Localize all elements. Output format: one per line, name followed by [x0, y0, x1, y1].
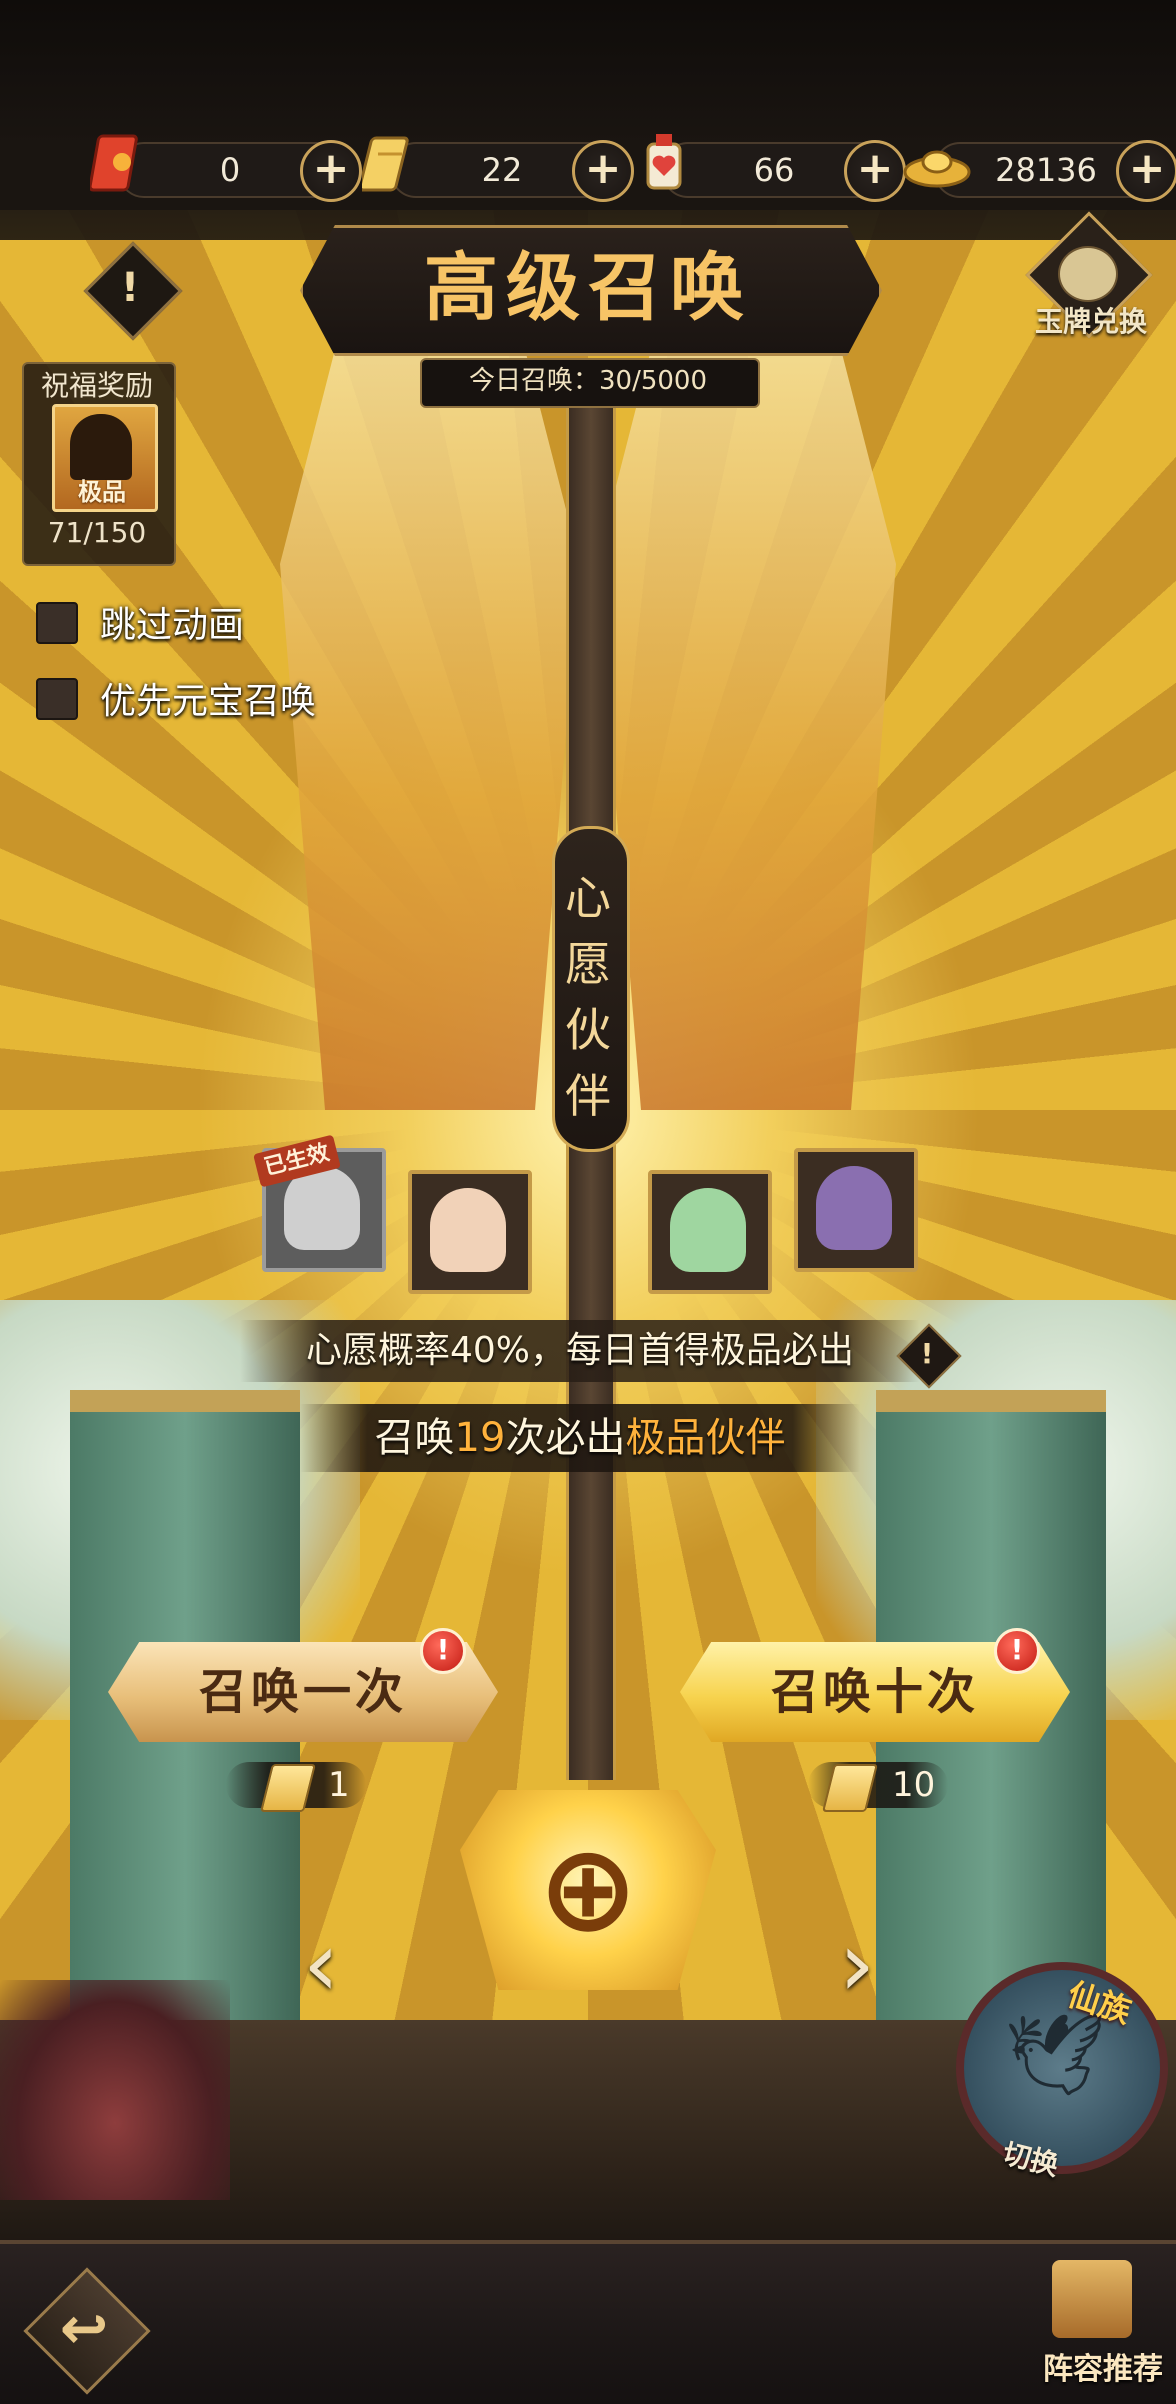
crane-icon: 🕊 [1004, 2008, 1106, 2101]
lineup-recommend-button[interactable] [1052, 2260, 1132, 2338]
next-pool-arrow-icon[interactable]: › [832, 1920, 882, 2010]
top-band [0, 0, 1176, 240]
prefer-ingot-label: 优先元宝召唤 [100, 681, 317, 722]
wish-title-char: 心 [565, 871, 611, 925]
add-gold-ticket-button[interactable]: + [572, 140, 634, 202]
blessing-label: 祝福奖励 [40, 369, 153, 402]
info-icon: ! [920, 1337, 934, 1370]
wish-title-char: 愿 [565, 937, 611, 991]
summon-once-cost-value: 1 [328, 1765, 350, 1805]
prev-pool-arrow-icon[interactable]: ‹ [296, 1920, 346, 2010]
resource-value: 22 [481, 151, 523, 189]
pity-prefix: 召唤 [374, 1415, 455, 1461]
wish-rate-text: 心愿概率40%，每日首得极品必出 [305, 1330, 855, 1371]
shrine-decoration [0, 1980, 230, 2200]
jade-token-icon [1058, 246, 1118, 302]
wish-partner-slot[interactable] [408, 1170, 532, 1294]
daily-summon-count: 今日召唤：30/5000 [468, 366, 707, 396]
resource-value: 0 [219, 151, 241, 189]
blessing-progress: 71/150 [47, 516, 147, 549]
partner-portrait [670, 1188, 746, 1272]
lineup-recommend-label: 阵容推荐 [1043, 2352, 1163, 2387]
skip-animation-label: 跳过动画 [100, 605, 245, 646]
back-arrow-icon: ↩ [59, 2294, 109, 2362]
wish-partner-slot[interactable] [648, 1170, 772, 1294]
resource-red-ticket: 0 + [118, 140, 362, 202]
heart-charm-icon [634, 130, 694, 200]
red-ticket-icon [88, 130, 150, 200]
pity-middle: 次必出 [505, 1415, 626, 1461]
add-heart-charm-button[interactable]: + [844, 140, 906, 202]
summon-ten-cost-value: 10 [892, 1765, 936, 1805]
pity-suffix: 极品伙伴 [625, 1415, 786, 1461]
alert-icon: ! [994, 1628, 1040, 1674]
add-red-ticket-button[interactable]: + [300, 140, 362, 202]
prefer-ingot-checkbox[interactable] [36, 678, 78, 720]
page-title: 高级召唤 [424, 245, 752, 331]
resource-value: 66 [753, 151, 795, 189]
emblem-icon: ⊕ [537, 1820, 639, 1959]
blessing-grade: 极品 [78, 478, 126, 506]
pity-count: 19 [454, 1415, 506, 1461]
gold-ticket-icon [358, 130, 422, 200]
add-gold-ingot-button[interactable]: + [1116, 140, 1176, 202]
pity-text: 召唤19次必出极品伙伴 [300, 1404, 860, 1472]
resource-value: 28136 [995, 151, 1097, 189]
bottom-nav [0, 2240, 1176, 2404]
resource-heart-charm: 66 + [662, 140, 906, 202]
wish-partner-slot[interactable] [794, 1148, 918, 1272]
hero-silhouette-icon [70, 414, 132, 480]
wish-title-char: 伴 [565, 1069, 611, 1123]
partner-portrait [816, 1166, 892, 1250]
partner-portrait [430, 1188, 506, 1272]
ornament-right [596, 330, 896, 1110]
jade-exchange-label: 玉牌兑换 [1034, 305, 1147, 338]
alert-icon: ! [420, 1628, 466, 1674]
ornament-left [280, 330, 580, 1110]
info-icon: ! [120, 265, 140, 311]
wish-title-char: 伙 [565, 1003, 611, 1057]
resource-gold-ticket: 22 + [390, 140, 634, 202]
gold-ingot-icon [902, 130, 972, 200]
skip-animation-checkbox[interactable] [36, 602, 78, 644]
